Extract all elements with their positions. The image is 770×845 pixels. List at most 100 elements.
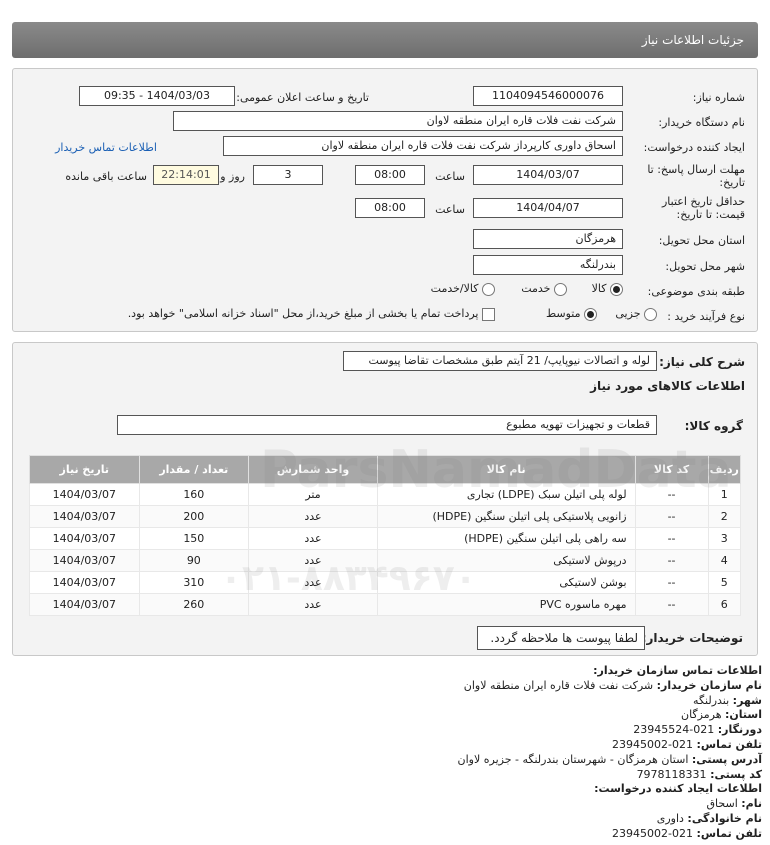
page-title: جزئیات اطلاعات نیاز	[641, 33, 744, 47]
desc-field: لوله و اتصالات نیوپایپ/ 21 آیتم طبق مشخص…	[343, 351, 657, 371]
contact-phone: تلفن تماس: 021-23945002	[612, 737, 762, 751]
days-label: روز و	[220, 170, 245, 183]
cat-goods-radio[interactable]	[610, 282, 623, 296]
buyer-notes-label: توضیحات خریدار:	[641, 631, 743, 645]
cell-date: 1404/03/07	[29, 571, 140, 594]
cell-qty: 200	[138, 505, 250, 528]
cell-row: 4	[707, 549, 742, 572]
cat-service-option[interactable]: خدمت	[521, 282, 567, 296]
contact-city: شهر: بندرلنگه	[693, 693, 762, 707]
contact-title: اطلاعات تماس سازمان خریدار:	[593, 664, 762, 677]
process-label: نوع فرآیند خرید :	[667, 310, 745, 323]
announce-field: 1404/03/03 - 09:35	[79, 86, 235, 106]
cell-date: 1404/03/07	[29, 505, 140, 528]
validity-label: حداقل تاریخ اعتبار قیمت: تا تاریخ:	[661, 195, 745, 221]
creator-label: ایجاد کننده درخواست:	[643, 141, 745, 154]
cell-row: 3	[707, 527, 742, 550]
payment-checkbox[interactable]	[482, 307, 495, 321]
cell-unit: عدد	[248, 505, 378, 528]
payment-option[interactable]: پرداخت تمام یا بخشی از مبلغ خرید،از محل …	[128, 307, 495, 321]
table-row: 1 -- لوله پلی اتیلن سبک (LDPE) تجاری متر…	[29, 483, 742, 506]
col-row: ردیف	[707, 455, 742, 484]
cell-code: --	[634, 527, 709, 550]
buyer-org-label: نام دستگاه خریدار:	[658, 116, 745, 129]
payment-note: پرداخت تمام یا بخشی از مبلغ خرید،از محل …	[127, 307, 479, 320]
col-qty: تعداد / مقدار	[138, 455, 250, 484]
deadline-time-field: 08:00	[355, 165, 425, 185]
proc-partial-label: جزیی	[615, 307, 641, 320]
remaining-time-field: 22:14:01	[153, 165, 219, 185]
cell-qty: 260	[138, 593, 250, 616]
cell-date: 1404/03/07	[29, 593, 140, 616]
proc-medium-label: متوسط	[545, 307, 581, 320]
contact-postcode: کد پستی: 7978118331	[636, 767, 762, 781]
need-number-label: شماره نیاز:	[692, 91, 745, 104]
cell-row: 2	[707, 505, 742, 528]
cat-service-radio[interactable]	[554, 282, 567, 296]
col-name: نام کالا	[376, 455, 636, 484]
proc-medium-option[interactable]: متوسط	[546, 307, 597, 321]
need-info-panel: شماره نیاز: 1104094546000076 تاریخ و ساع…	[12, 68, 758, 332]
cell-qty: 90	[138, 549, 250, 572]
cell-name: زانویی پلاستیکی پلی اتیلن سنگین (HDPE)	[376, 505, 636, 528]
creator-name: نام: اسحاق	[706, 797, 763, 811]
items-table: ردیف کد کالا نام کالا واحد شمارش تعداد /…	[29, 455, 742, 616]
cell-unit: عدد	[248, 549, 378, 572]
cell-unit: عدد	[248, 527, 378, 550]
validity-date-field: 1404/04/07	[473, 198, 623, 218]
cell-row: 6	[707, 593, 742, 616]
group-field: قطعات و تجهیزات تهویه مطبوع	[117, 415, 657, 435]
table-row: 4 -- درپوش لاستیکی عدد 90 1404/03/07	[29, 549, 742, 572]
cell-name: بوشن لاستیکی	[376, 571, 636, 594]
province-field: هرمزگان	[473, 229, 623, 249]
cell-date: 1404/03/07	[29, 549, 140, 572]
days-field: 3	[253, 165, 323, 185]
cell-qty: 160	[138, 483, 250, 506]
contact-fax: دورنگار: 021-23945524	[633, 723, 762, 737]
cat-both-option[interactable]: کالا/خدمت	[431, 282, 495, 296]
cell-name: درپوش لاستیکی	[376, 549, 636, 572]
cat-both-radio[interactable]	[482, 282, 495, 296]
deadline-date-field: 1404/03/07	[473, 165, 623, 185]
need-details-panel: شرح کلی نیاز: لوله و اتصالات نیوپایپ/ 21…	[12, 342, 758, 656]
cell-code: --	[634, 549, 709, 572]
table-row: 6 -- مهره ماسوره PVC عدد 260 1404/03/07	[29, 593, 742, 616]
need-number-field: 1104094546000076	[473, 86, 623, 106]
contact-info: اطلاعات تماس سازمان خریدار: نام سازمان خ…	[22, 664, 762, 842]
cell-code: --	[634, 571, 709, 594]
table-row: 2 -- زانویی پلاستیکی پلی اتیلن سنگین (HD…	[29, 505, 742, 528]
proc-partial-radio[interactable]	[644, 307, 657, 321]
contact-address: آدرس پستی: استان هرمزگان - شهرستان بندرل…	[457, 752, 762, 766]
cell-qty: 310	[138, 571, 250, 594]
table-row: 5 -- بوشن لاستیکی عدد 310 1404/03/07	[29, 571, 742, 594]
proc-partial-option[interactable]: جزیی	[615, 307, 657, 321]
city-field: بندرلنگه	[473, 255, 623, 275]
category-label: طبقه بندی موضوعی:	[647, 285, 745, 298]
buyer-contact-link[interactable]: اطلاعات تماس خریدار	[55, 141, 157, 154]
cat-service-label: خدمت	[521, 282, 551, 295]
cat-goods-option[interactable]: کالا	[592, 282, 623, 296]
cell-row: 5	[707, 571, 742, 594]
col-code: کد کالا	[634, 455, 709, 484]
contact-province: استان: هرمزگان	[681, 708, 762, 722]
buyer-notes-field: لطفا پیوست ها ملاحظه گردد.	[477, 626, 645, 650]
cell-unit: عدد	[248, 593, 378, 616]
creator-family: نام خانوادگی: داوری	[656, 811, 762, 825]
remaining-label: ساعت باقی مانده	[65, 170, 147, 183]
proc-medium-radio[interactable]	[584, 307, 597, 321]
table-header-row: ردیف کد کالا نام کالا واحد شمارش تعداد /…	[29, 455, 742, 484]
cat-both-label: کالا/خدمت	[430, 282, 479, 295]
cell-unit: متر	[248, 483, 378, 506]
cell-name: سه راهی پلی اتیلن سنگین (HDPE)	[376, 527, 636, 550]
cat-goods-label: کالا	[591, 282, 607, 295]
cell-code: --	[634, 483, 709, 506]
province-label: استان محل تحویل:	[658, 234, 745, 247]
creator-title: اطلاعات ایجاد کننده درخواست:	[594, 782, 762, 796]
cell-date: 1404/03/07	[29, 483, 140, 506]
buyer-org-field: شرکت نفت فلات قاره ایران منطقه لاوان	[173, 111, 623, 131]
page-header: جزئیات اطلاعات نیاز	[12, 22, 758, 58]
table-row: 3 -- سه راهی پلی اتیلن سنگین (HDPE) عدد …	[29, 527, 742, 550]
desc-label: شرح کلی نیاز:	[659, 355, 745, 369]
announce-label: تاریخ و ساعت اعلان عمومی:	[236, 91, 369, 104]
cell-name: لوله پلی اتیلن سبک (LDPE) تجاری	[376, 483, 636, 506]
